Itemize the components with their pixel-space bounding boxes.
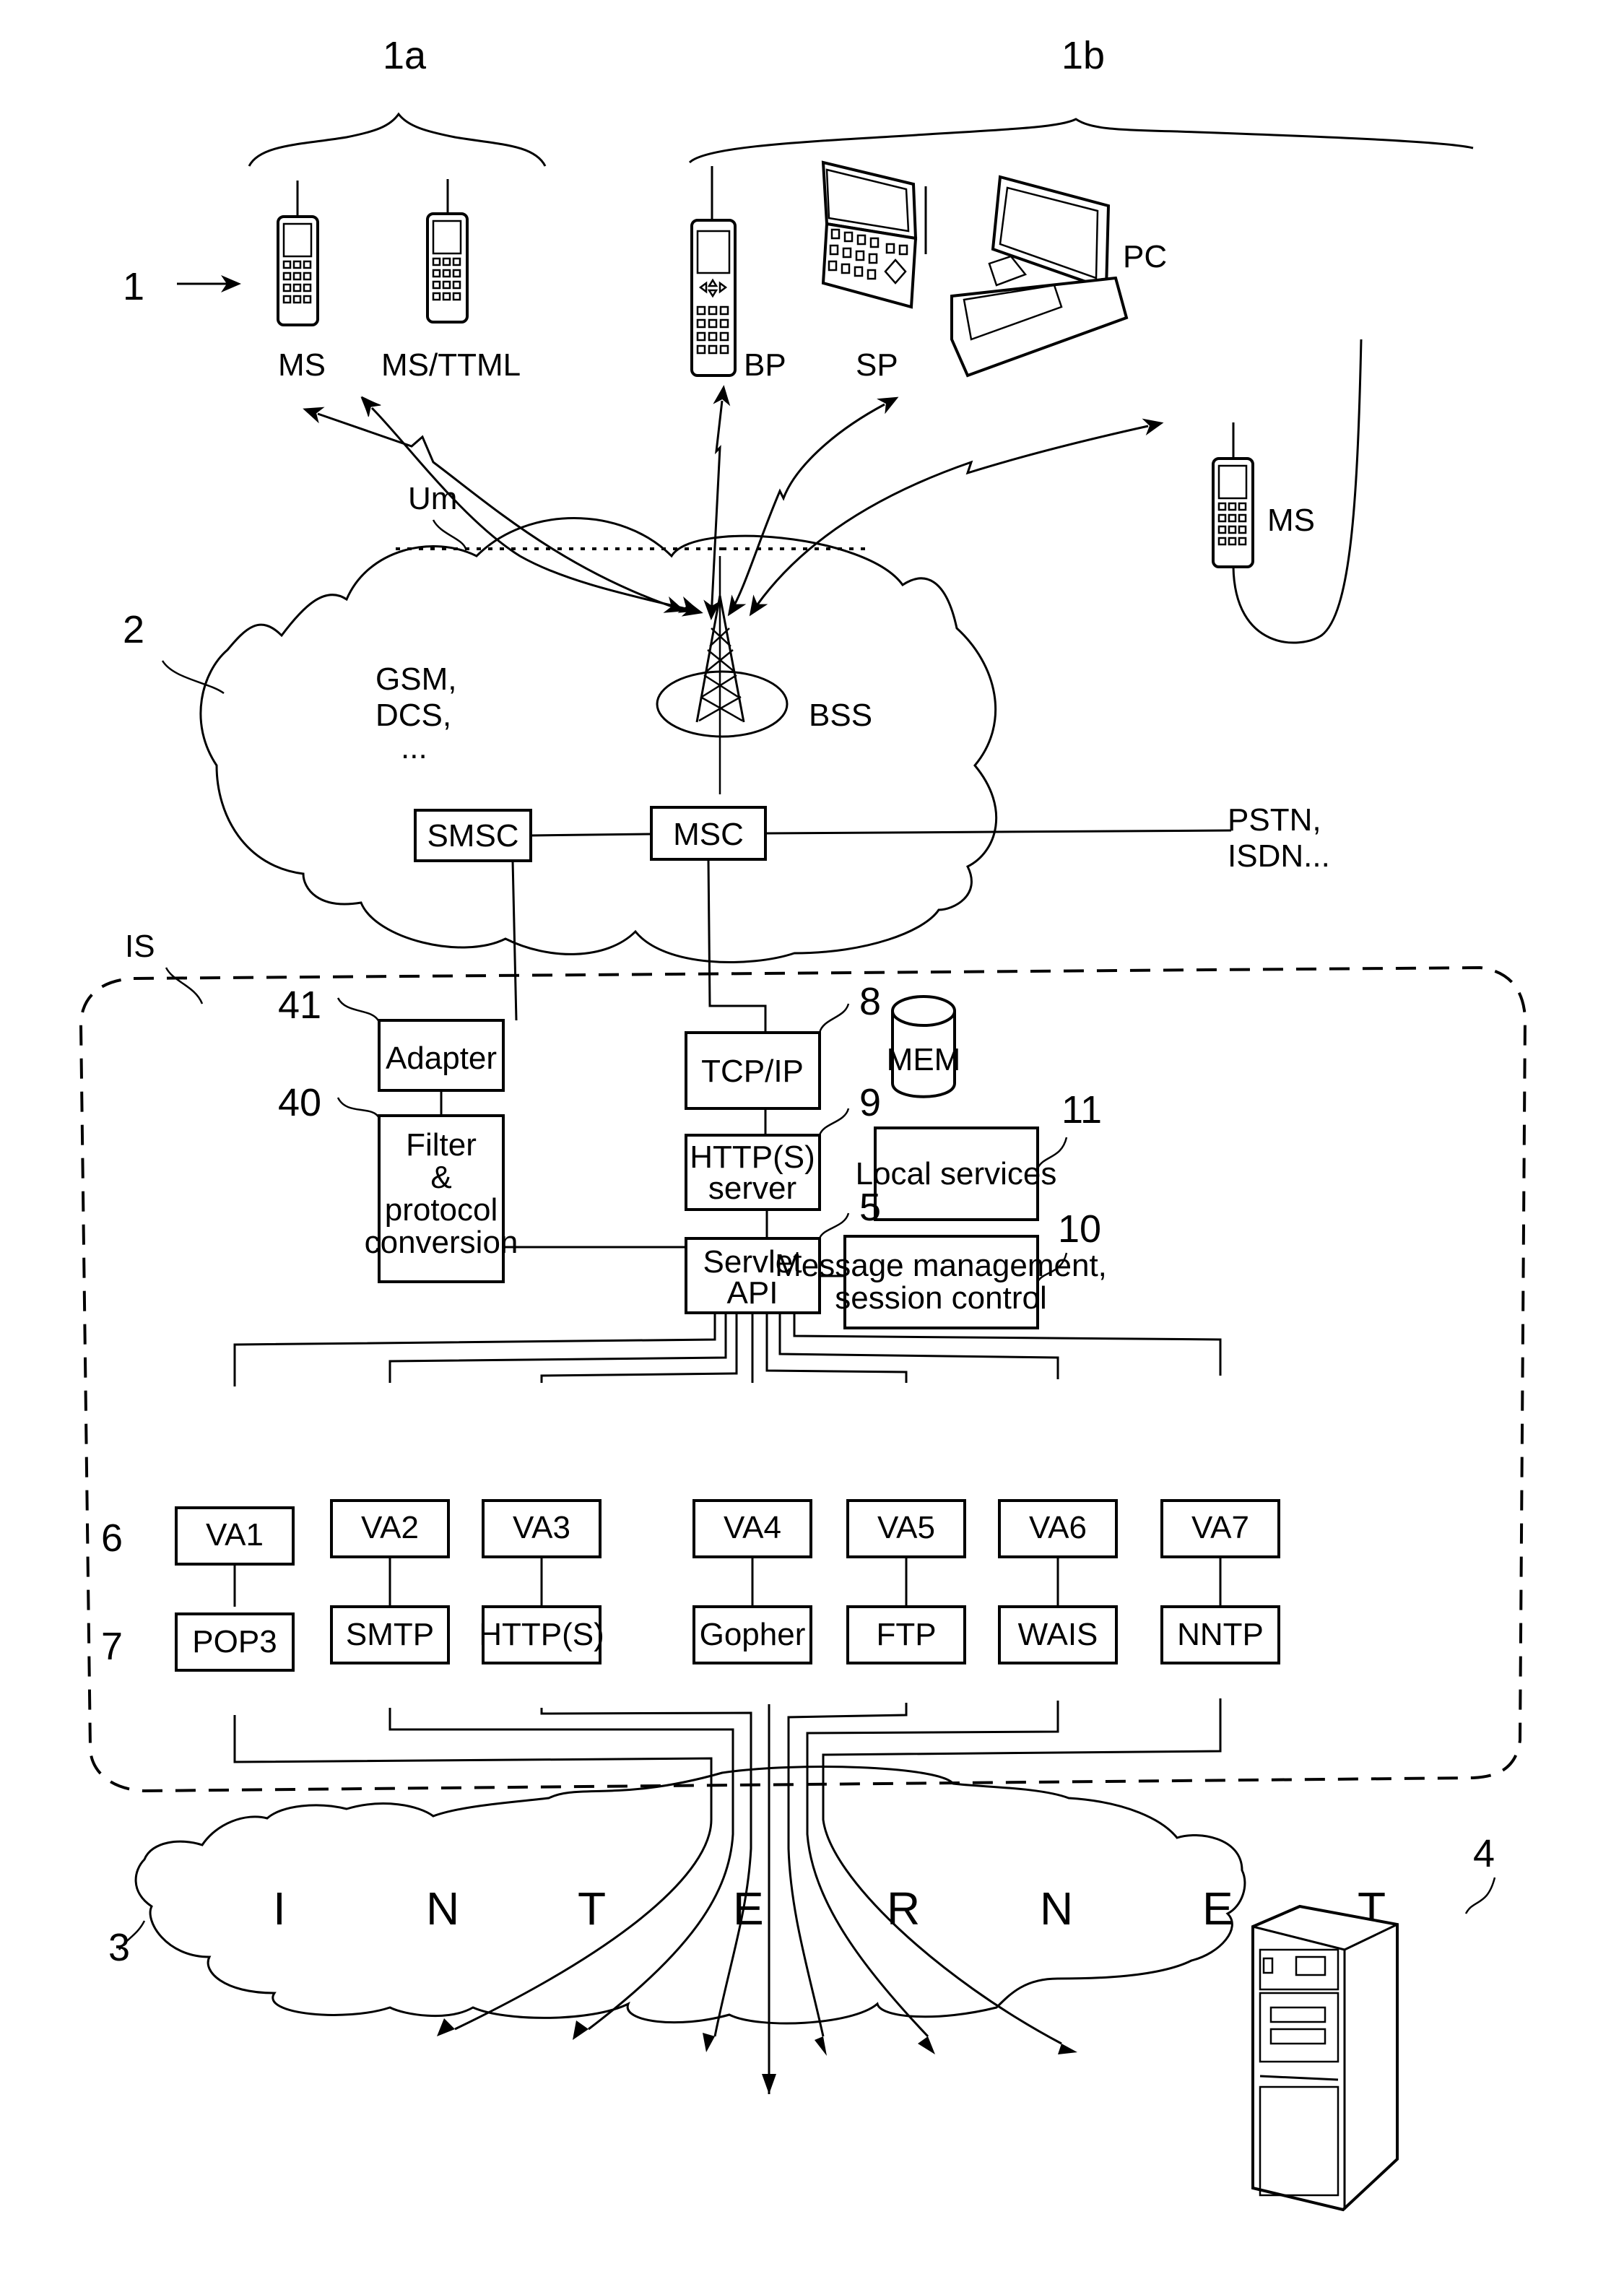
protocol-label-wais: WAIS bbox=[1018, 1617, 1098, 1652]
internet-letter-6: N bbox=[1040, 1883, 1073, 1935]
internet-letter-1: I bbox=[273, 1883, 286, 1935]
ref-10-label: 10 bbox=[1058, 1207, 1101, 1251]
internet-letter-3: T bbox=[578, 1883, 606, 1935]
message-management-label-2: session control bbox=[835, 1280, 1046, 1316]
ref-3-label: 3 bbox=[108, 1926, 130, 1969]
ref-5-leader bbox=[818, 1212, 850, 1239]
internet-arrowheads bbox=[437, 2018, 1077, 2094]
filter-label-4: conversion bbox=[365, 1225, 518, 1260]
protocol-label-https: HTTP(S) bbox=[479, 1617, 604, 1652]
ref-8-leader bbox=[818, 1003, 850, 1033]
internet-letter-5: R bbox=[887, 1883, 920, 1935]
protocol-label-nntp: NNTP bbox=[1177, 1617, 1264, 1652]
protocol-label-smtp: SMTP bbox=[346, 1617, 434, 1652]
ref-9-label: 9 bbox=[859, 1081, 881, 1124]
http-server-label-1: HTTP(S) bbox=[690, 1140, 815, 1175]
internet-letter-7: E bbox=[1202, 1883, 1233, 1935]
servlet-va-bus bbox=[233, 1313, 1222, 1386]
protocol-row: POP3 SMTP HTTP(S) Gopher FTP WAIS NNTP bbox=[175, 1605, 1280, 1672]
servlet-label-2: API bbox=[727, 1275, 778, 1311]
mem-label: MEM bbox=[887, 1042, 961, 1077]
va-label-1: VA1 bbox=[206, 1517, 264, 1553]
internet-cloud bbox=[134, 1766, 1246, 2025]
message-management-label-1: Message management, bbox=[775, 1248, 1107, 1283]
adapter-box-label: Adapter bbox=[386, 1041, 497, 1076]
va-label-4: VA4 bbox=[724, 1510, 781, 1545]
protocol-label-pop3: POP3 bbox=[192, 1624, 277, 1659]
internet-letter-2: N bbox=[426, 1883, 459, 1935]
internet-letter-4: E bbox=[733, 1883, 764, 1935]
ref-7-label: 7 bbox=[101, 1625, 123, 1668]
ref-9-leader bbox=[818, 1108, 850, 1136]
ref-41-curve bbox=[336, 997, 381, 1023]
server-tower-icon bbox=[1251, 1904, 1399, 2212]
value-added-row: VA1 VA2 VA3 VA4 VA5 VA6 VA7 bbox=[175, 1499, 1280, 1607]
ref-6-label: 6 bbox=[101, 1516, 123, 1560]
ref-41-text: 41 bbox=[278, 984, 321, 1027]
protocol-label-gopher: Gopher bbox=[700, 1617, 806, 1652]
http-server-label-2: server bbox=[708, 1171, 796, 1206]
ref-40-label: 40 bbox=[278, 1081, 321, 1124]
va-label-6: VA6 bbox=[1029, 1510, 1087, 1545]
tcpip-label: TCP/IP bbox=[701, 1054, 804, 1089]
ref-5-label: 5 bbox=[859, 1186, 881, 1229]
ref-40-leader bbox=[336, 1097, 381, 1119]
va-label-5: VA5 bbox=[877, 1510, 935, 1545]
ref-8-label: 8 bbox=[859, 980, 881, 1023]
ref-11-label: 11 bbox=[1061, 1088, 1102, 1132]
ref-4-leader bbox=[1464, 1877, 1496, 1914]
va-label-7: VA7 bbox=[1191, 1510, 1249, 1545]
protocol-label-ftp: FTP bbox=[876, 1617, 936, 1652]
va-label-3: VA3 bbox=[513, 1510, 570, 1545]
va-label-2: VA2 bbox=[361, 1510, 419, 1545]
server-diagram: Adapter 41 Filter & protocol conversion … bbox=[101, 980, 1496, 2212]
ref-4-label: 4 bbox=[1473, 1832, 1495, 1875]
local-services-label: Local services bbox=[856, 1156, 1057, 1191]
filter-label-2: & bbox=[430, 1160, 451, 1195]
filter-label-1: Filter bbox=[406, 1127, 477, 1163]
filter-label-3: protocol bbox=[385, 1192, 498, 1228]
